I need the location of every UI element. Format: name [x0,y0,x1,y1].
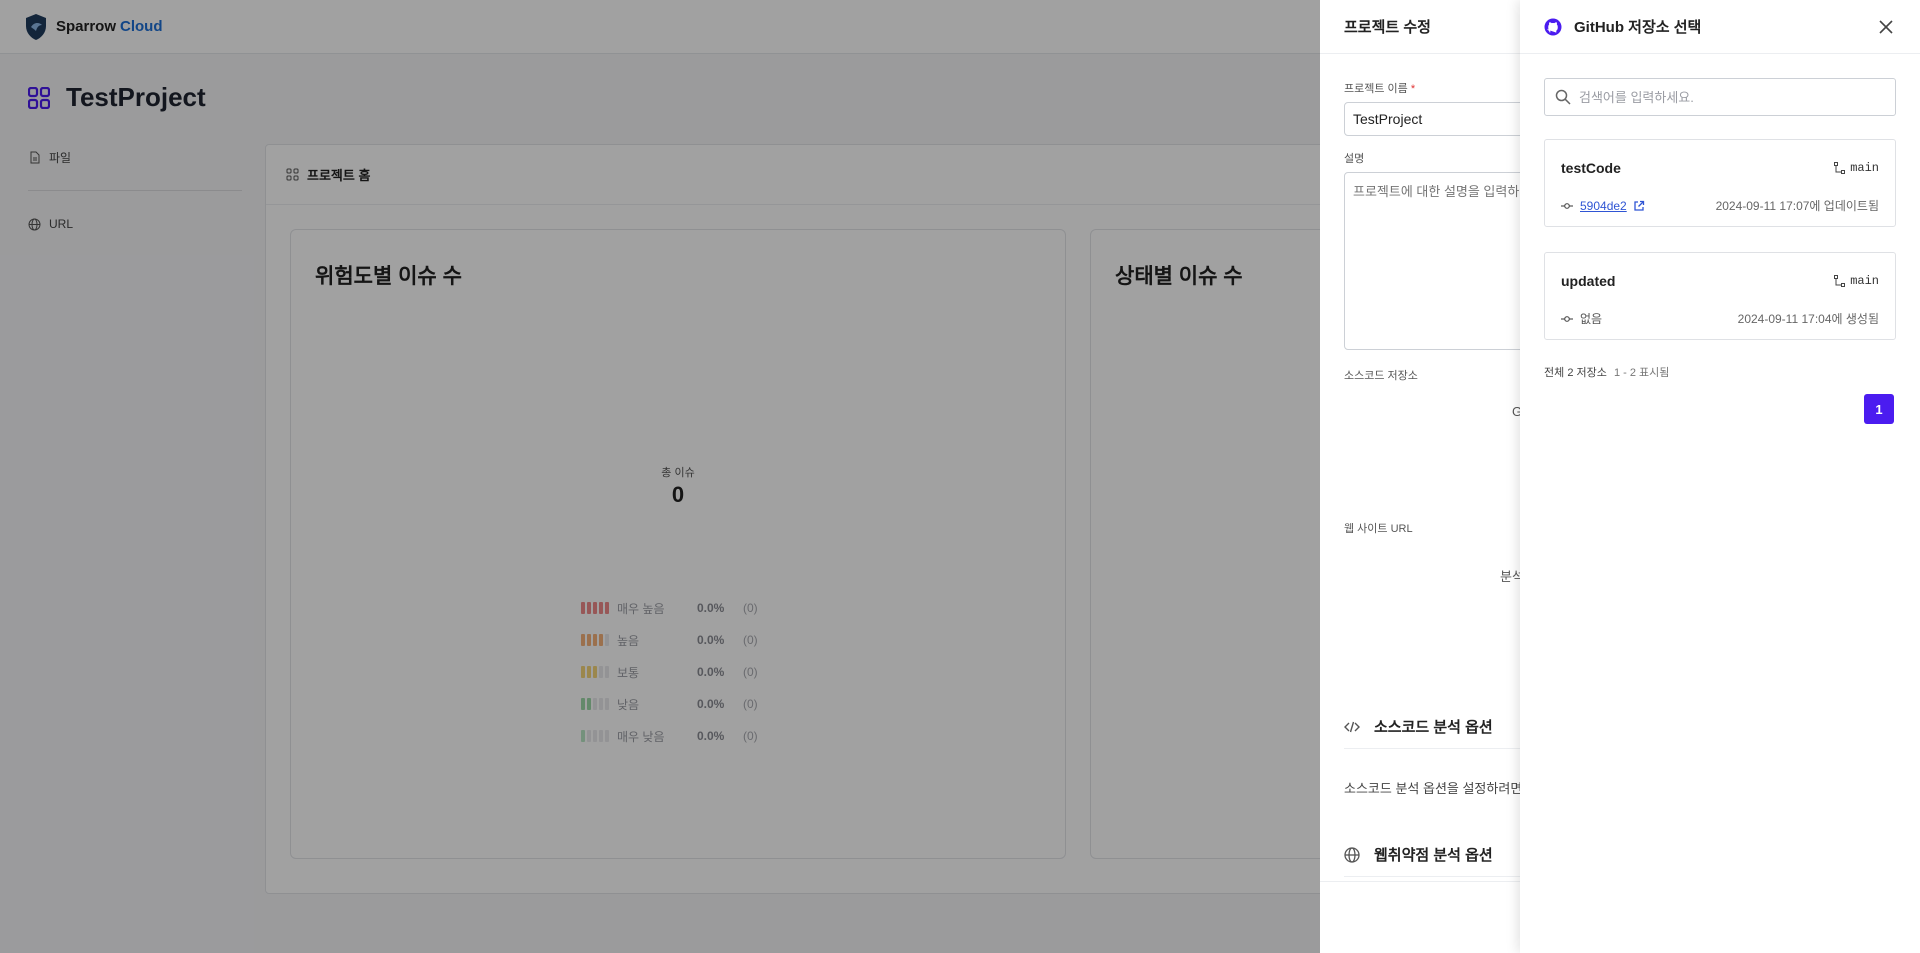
github-icon [1544,18,1562,35]
commit-icon [1561,315,1573,322]
repo-name: testCode [1561,160,1621,176]
drawer-title: GitHub 저장소 선택 [1544,16,1701,37]
repo-item[interactable]: testCode main 5904de2 2024-09-11 17:07에 … [1544,139,1896,227]
summary-prefix: 전체 [1544,367,1565,379]
project-name-label-text: 프로젝트 이름 [1344,83,1408,95]
repo-updated-time: 2024-09-11 17:07에 업데이트됨 [1715,199,1879,213]
website-url-label: 웹 사이트 URL [1344,523,1413,535]
drawer-title-text: GitHub 저장소 선택 [1574,19,1702,36]
source-options-description: 소스코드 분석 옵션을 설정하려면 [1344,781,1523,796]
repo-count-summary: 전체 2 저장소 1 - 2 표시됨 [1544,364,1669,380]
summary-range: 1 - 2 표시됨 [1613,367,1670,379]
repo-item[interactable]: updated main 없음 2024-09-11 17:04에 생성됨 [1544,252,1896,340]
globe-icon [1344,846,1360,863]
repo-header-row: testCode main [1561,160,1879,176]
repo-branch: main [1834,274,1879,288]
commit-hash-link[interactable]: 5904de2 [1580,199,1627,213]
branch-icon [1834,162,1846,174]
source-options-title: 소스코드 분석 옵션 [1374,719,1493,736]
repo-meta-row: 없음 2024-09-11 17:04에 생성됨 [1561,310,1879,327]
repo-created-time: 2024-09-11 17:04에 생성됨 [1737,312,1879,326]
branch-icon [1834,275,1846,287]
pagination-page-1[interactable]: 1 [1864,394,1894,424]
search-box [1544,78,1896,116]
code-icon [1344,721,1360,732]
search-input[interactable] [1579,89,1879,105]
close-icon [1879,19,1893,34]
summary-count: 2 [1567,367,1574,379]
summary-unit: 저장소 [1576,367,1607,379]
repo-header-row: updated main [1561,273,1879,289]
repo-branch-name: main [1850,274,1879,288]
repo-meta-row: 5904de2 2024-09-11 17:07에 업데이트됨 [1561,197,1879,214]
external-link-icon[interactable] [1633,200,1645,212]
repo-name: updated [1561,273,1616,289]
repo-branch-name: main [1850,161,1879,175]
drawer-header: GitHub 저장소 선택 [1520,0,1920,54]
repo-branch: main [1834,161,1879,175]
web-options-title: 웹취약점 분석 옵션 [1374,847,1493,864]
close-button[interactable] [1876,17,1896,37]
commit-icon [1561,202,1573,209]
required-mark: * [1410,83,1416,95]
github-repo-select-drawer: GitHub 저장소 선택 testCode main 5904de2 2024… [1520,0,1920,953]
commit-hash-none: 없음 [1580,312,1603,326]
search-icon [1555,89,1571,105]
